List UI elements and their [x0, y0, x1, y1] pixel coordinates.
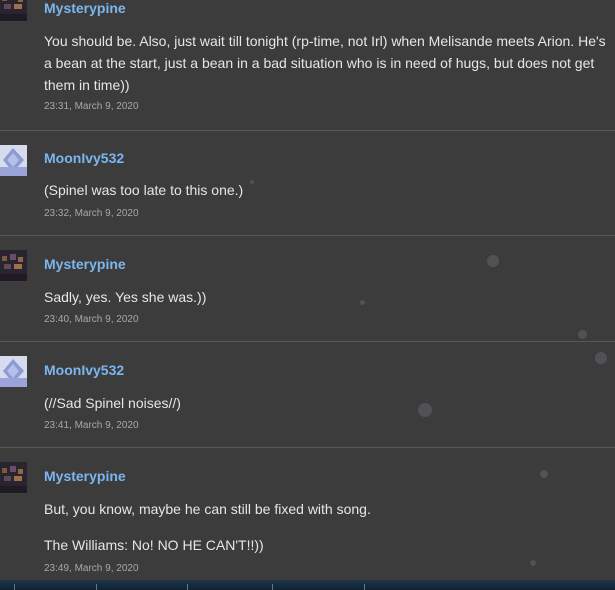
- avatar[interactable]: [0, 250, 27, 281]
- comment: MoonIvy532 (//Sad Spinel noises//) 23:41…: [0, 341, 615, 448]
- comment-thread: Mysterypine You should be. Also, just wa…: [0, 0, 615, 590]
- comment: Mysterypine Sadly, yes. Yes she was.)) 2…: [0, 235, 615, 342]
- footer-divider: [96, 584, 97, 590]
- avatar[interactable]: [0, 0, 27, 21]
- avatar-image: [0, 145, 27, 176]
- comment-body: You should be. Also, just wait till toni…: [44, 30, 609, 96]
- comment-paragraph: You should be. Also, just wait till toni…: [44, 33, 606, 93]
- comment-timestamp: 23:40, March 9, 2020: [44, 314, 139, 325]
- comment-timestamp: 23:49, March 9, 2020: [44, 563, 139, 574]
- comment-paragraph: Sadly, yes. Yes she was.)): [44, 289, 207, 305]
- comment-paragraph: But, you know, maybe he can still be fix…: [44, 501, 371, 517]
- avatar-image: [0, 0, 27, 21]
- comment-paragraph: (Spinel was too late to this one.): [44, 182, 244, 198]
- footer-divider: [272, 584, 273, 590]
- avatar-image: [0, 356, 27, 387]
- avatar[interactable]: [0, 356, 27, 387]
- page-footer-bar: [0, 580, 615, 590]
- comment: MoonIvy532 (Spinel was too late to this …: [0, 130, 615, 236]
- comment-paragraph: (//Sad Spinel noises//): [44, 395, 181, 411]
- comment-author-link[interactable]: Mysterypine: [44, 0, 126, 16]
- footer-divider: [14, 584, 15, 590]
- comment: Mysterypine But, you know, maybe he can …: [0, 447, 615, 581]
- avatar-image: [0, 462, 27, 493]
- comment-author-link[interactable]: MoonIvy532: [44, 362, 124, 378]
- comment-body: (Spinel was too late to this one.): [44, 179, 609, 201]
- avatar[interactable]: [0, 462, 27, 493]
- footer-divider: [187, 584, 188, 590]
- comment-timestamp: 23:41, March 9, 2020: [44, 420, 139, 431]
- comment-author-link[interactable]: Mysterypine: [44, 256, 126, 272]
- comment-body: (//Sad Spinel noises//): [44, 392, 609, 414]
- avatar-image: [0, 250, 27, 281]
- comment-timestamp: 23:31, March 9, 2020: [44, 101, 139, 112]
- comment-author-link[interactable]: MoonIvy532: [44, 150, 124, 166]
- comment-body: But, you know, maybe he can still be fix…: [44, 498, 609, 556]
- footer-divider: [364, 584, 365, 590]
- comment-timestamp: 23:32, March 9, 2020: [44, 208, 139, 219]
- comment-author-link[interactable]: Mysterypine: [44, 468, 126, 484]
- avatar[interactable]: [0, 145, 27, 176]
- comment-paragraph: The Williams: No! NO HE CAN'T!!)): [44, 537, 264, 553]
- comment: Mysterypine You should be. Also, just wa…: [0, 0, 615, 130]
- comment-body: Sadly, yes. Yes she was.)): [44, 286, 609, 308]
